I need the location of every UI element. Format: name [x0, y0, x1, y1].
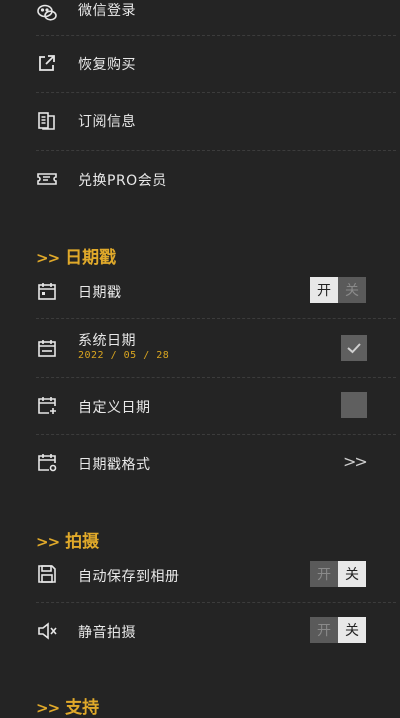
restore-purchase-label: 恢复购买 [78, 57, 136, 73]
custom-date-label: 自定义日期 [78, 400, 151, 416]
toggle-on-label: 开 [310, 617, 338, 643]
toggle-off-label: 关 [338, 617, 366, 643]
save-floppy-icon [36, 563, 58, 585]
checkmark-icon [347, 343, 361, 354]
silent-shoot-row: 静音拍摄 开 关 [0, 602, 400, 658]
section-arrows: >> [36, 699, 60, 717]
restore-purchase-row[interactable]: 恢复购买 [0, 36, 400, 92]
date-stamp-row: 日期戳 开 关 [0, 262, 400, 318]
calendar-settings-icon [36, 451, 58, 473]
silent-shoot-label: 静音拍摄 [78, 625, 136, 641]
date-stamp-label: 日期戳 [78, 285, 122, 301]
auto-save-label: 自动保存到相册 [78, 569, 180, 585]
calendar-icon [36, 280, 58, 302]
calendar-icon [36, 337, 58, 359]
silent-shoot-toggle[interactable]: 开 关 [310, 617, 366, 643]
date-format-label: 日期戳格式 [78, 457, 151, 473]
system-date-value: 2022 / 05 / 28 [78, 350, 170, 361]
divider [36, 318, 396, 319]
auto-save-toggle[interactable]: 开 关 [310, 561, 366, 587]
wechat-icon [36, 2, 58, 24]
custom-date-row[interactable]: 自定义日期 [0, 377, 400, 433]
mute-speaker-icon [36, 620, 58, 642]
document-icon [36, 110, 58, 132]
system-date-row[interactable]: 系统日期 2022 / 05 / 28 [0, 320, 400, 376]
toggle-on-label: 开 [310, 561, 338, 587]
date-stamp-toggle[interactable]: 开 关 [310, 277, 366, 303]
toggle-off-label: 关 [338, 561, 366, 587]
system-date-checkbox[interactable] [341, 335, 367, 361]
section-title-support: >> 支持 [36, 693, 99, 718]
toggle-on-label: 开 [310, 277, 338, 303]
section-title-text: 支持 [65, 698, 100, 718]
chevron-right-icon: >> [343, 452, 368, 471]
auto-save-row: 自动保存到相册 开 关 [0, 546, 400, 602]
date-format-row[interactable]: 日期戳格式 >> [0, 434, 400, 490]
redeem-pro-label: 兑换PRO会员 [78, 173, 167, 189]
toggle-off-label: 关 [338, 277, 366, 303]
subscription-info-label: 订阅信息 [78, 114, 136, 130]
settings-screen: 微信登录 恢复购买 订阅信息 兑换PRO会员 >> 日期戳 日期戳 开 关 系统… [0, 0, 400, 718]
system-date-label: 系统日期 [78, 333, 136, 349]
share-export-icon [36, 52, 58, 74]
ticket-icon [36, 168, 58, 190]
wechat-login-label: 微信登录 [78, 3, 136, 19]
custom-date-checkbox[interactable] [341, 392, 367, 418]
redeem-pro-row[interactable]: 兑换PRO会员 [0, 150, 400, 206]
calendar-add-icon [36, 394, 58, 416]
subscription-info-row[interactable]: 订阅信息 [0, 93, 400, 149]
